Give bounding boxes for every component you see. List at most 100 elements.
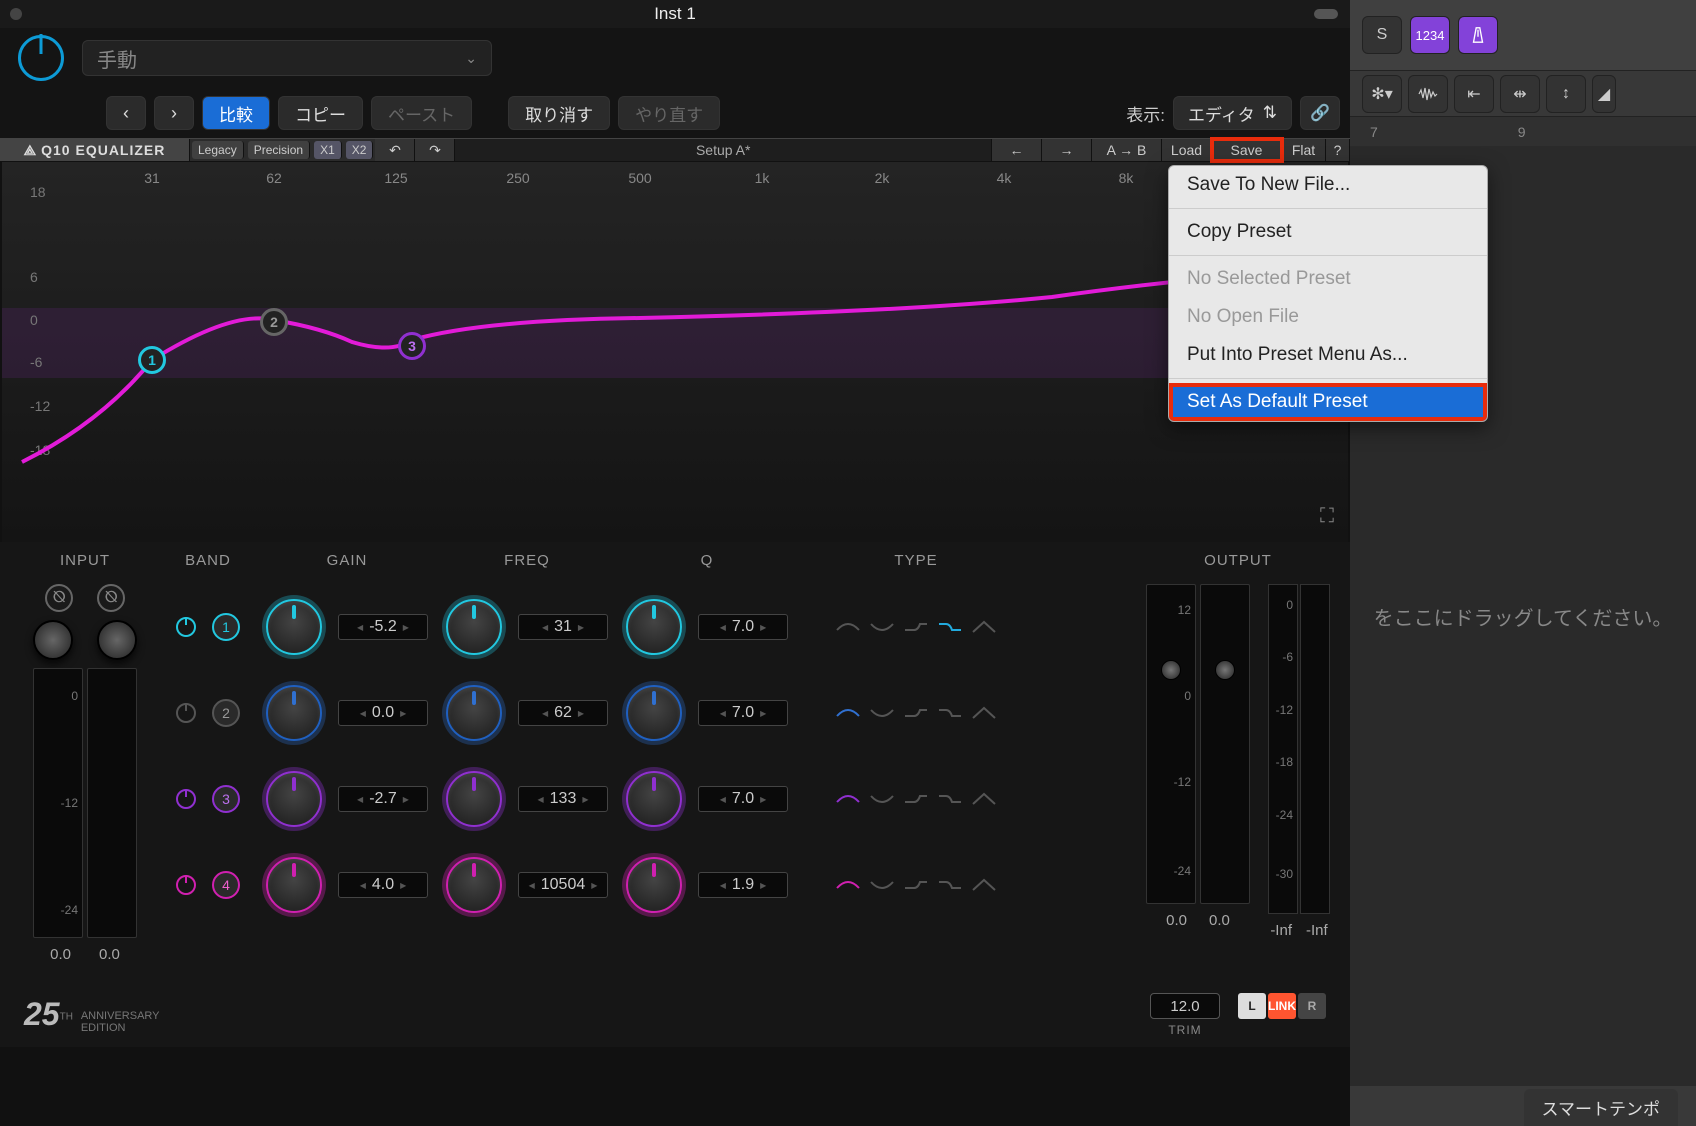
q-value-2[interactable]: 7.0	[698, 700, 788, 726]
q-knob-2[interactable]	[626, 685, 682, 741]
output-l-value[interactable]: 0.0	[1166, 912, 1187, 929]
freq-knob-2[interactable]	[446, 685, 502, 741]
freq-knob-1[interactable]	[446, 599, 502, 655]
band-handle-2[interactable]: 2	[260, 308, 288, 336]
q-knob-4[interactable]	[626, 857, 682, 913]
q-value-4[interactable]: 1.9	[698, 872, 788, 898]
band-1-num[interactable]: 1	[212, 613, 240, 641]
phase-l-button[interactable]: ⦰	[45, 584, 73, 612]
type-bell-icon[interactable]	[835, 791, 861, 807]
trim-value[interactable]: 12.0	[1150, 993, 1220, 1019]
daw-ruler[interactable]: 7 9	[1350, 116, 1696, 146]
load-button[interactable]: Load	[1162, 139, 1212, 161]
flat-button[interactable]: Flat	[1282, 139, 1326, 161]
type-hipass-icon[interactable]	[971, 791, 997, 807]
copy-button[interactable]: コピー	[278, 96, 363, 130]
input-r-value[interactable]: 0.0	[99, 946, 120, 963]
daw-count-button[interactable]: 1234	[1410, 16, 1450, 54]
fader-knob-l[interactable]	[1161, 660, 1181, 680]
prev-preset-button[interactable]: ‹	[106, 96, 146, 130]
type-notch-icon[interactable]	[869, 619, 895, 635]
q-knob-1[interactable]	[626, 599, 682, 655]
menu-copy-preset[interactable]: Copy Preset	[1169, 213, 1487, 251]
band-2-num[interactable]: 2	[212, 699, 240, 727]
type-hishelf-icon[interactable]	[903, 877, 929, 893]
gain-knob-2[interactable]	[266, 685, 322, 741]
q-value-3[interactable]: 7.0	[698, 786, 788, 812]
band-1-power[interactable]	[176, 617, 196, 637]
daw-snap-icon[interactable]: ⇤	[1454, 75, 1494, 113]
next-preset-button[interactable]: ›	[154, 96, 194, 130]
l-button[interactable]: L	[1238, 993, 1266, 1019]
input-l-fader[interactable]: 0 -12 -24	[33, 668, 83, 938]
type-hishelf-icon[interactable]	[903, 705, 929, 721]
waves-undo-button[interactable]: ↶	[375, 139, 415, 161]
prev-button[interactable]: ←	[992, 139, 1042, 161]
gain-knob-3[interactable]	[266, 771, 322, 827]
input-r-knob[interactable]	[97, 620, 137, 660]
freq-knob-4[interactable]	[446, 857, 502, 913]
menu-save-new[interactable]: Save To New File...	[1169, 166, 1487, 204]
band-handle-3[interactable]: 3	[398, 332, 426, 360]
band-3-num[interactable]: 3	[212, 785, 240, 813]
menu-set-default[interactable]: Set As Default Preset	[1169, 383, 1487, 421]
type-notch-icon[interactable]	[869, 877, 895, 893]
bypass-pill-icon[interactable]	[1314, 9, 1338, 19]
x2-button[interactable]: X2	[346, 141, 374, 159]
titlebar[interactable]: Inst 1	[0, 0, 1350, 28]
output-l-fader[interactable]: 12 0 -12 -24	[1146, 584, 1196, 904]
band-handle-1[interactable]: 1	[138, 346, 166, 374]
type-loshelf-icon[interactable]	[937, 877, 963, 893]
gain-value-3[interactable]: -2.7	[338, 786, 428, 812]
band-4-num[interactable]: 4	[212, 871, 240, 899]
smart-tempo-tab[interactable]: スマートテンポ	[1524, 1089, 1679, 1126]
freq-value-3[interactable]: 133	[518, 786, 608, 812]
menu-put-into[interactable]: Put Into Preset Menu As...	[1169, 336, 1487, 374]
type-bell-icon[interactable]	[835, 705, 861, 721]
compare-button[interactable]: 比較	[202, 96, 270, 130]
type-hishelf-icon[interactable]	[903, 619, 929, 635]
gain-knob-4[interactable]	[266, 857, 322, 913]
type-hishelf-icon[interactable]	[903, 791, 929, 807]
eq-graph[interactable]: 18 6 0 -6 -12 -18 31 62 125 250 500 1k 2…	[2, 162, 1348, 542]
input-r-fader[interactable]	[87, 668, 137, 938]
next-button[interactable]: →	[1042, 139, 1092, 161]
paste-button[interactable]: ペースト	[371, 96, 472, 130]
gain-value-4[interactable]: 4.0	[338, 872, 428, 898]
type-loshelf-icon[interactable]	[937, 705, 963, 721]
close-icon[interactable]	[10, 8, 22, 20]
link-button[interactable]: LINK	[1268, 993, 1296, 1019]
type-bell-icon[interactable]	[835, 877, 861, 893]
link-icon[interactable]: 🔗	[1300, 96, 1340, 130]
expand-icon[interactable]: ⛶	[1320, 505, 1334, 528]
q-knob-3[interactable]	[626, 771, 682, 827]
input-l-knob[interactable]	[33, 620, 73, 660]
freq-knob-3[interactable]	[446, 771, 502, 827]
fader-knob-r[interactable]	[1215, 660, 1235, 680]
daw-trim-icon[interactable]: ◢	[1592, 75, 1616, 113]
freq-value-1[interactable]: 31	[518, 614, 608, 640]
r-button[interactable]: R	[1298, 993, 1326, 1019]
setup-dropdown[interactable]: Setup A*	[455, 139, 992, 161]
band-3-power[interactable]	[176, 789, 196, 809]
gain-value-1[interactable]: -5.2	[338, 614, 428, 640]
ab-button[interactable]: A → B	[1092, 139, 1162, 161]
daw-move-icon[interactable]: ↕	[1546, 75, 1586, 113]
band-2-power[interactable]	[176, 703, 196, 723]
type-hipass-icon[interactable]	[971, 619, 997, 635]
output-r-fader[interactable]	[1200, 584, 1250, 904]
q-value-1[interactable]: 7.0	[698, 614, 788, 640]
help-button[interactable]: ?	[1326, 139, 1350, 161]
gain-value-2[interactable]: 0.0	[338, 700, 428, 726]
type-loshelf-icon[interactable]	[937, 791, 963, 807]
undo-button[interactable]: 取り消す	[508, 96, 610, 130]
type-hipass-icon[interactable]	[971, 877, 997, 893]
waves-redo-button[interactable]: ↷	[415, 139, 455, 161]
daw-waveform-icon[interactable]	[1408, 75, 1448, 113]
redo-button[interactable]: やり直す	[618, 96, 720, 130]
daw-gear-icon[interactable]: ✻▾	[1362, 75, 1402, 113]
view-dropdown[interactable]: エディタ ⇅	[1173, 96, 1292, 130]
freq-value-2[interactable]: 62	[518, 700, 608, 726]
daw-s-button[interactable]: S	[1362, 16, 1402, 54]
phase-r-button[interactable]: ⦰	[97, 584, 125, 612]
